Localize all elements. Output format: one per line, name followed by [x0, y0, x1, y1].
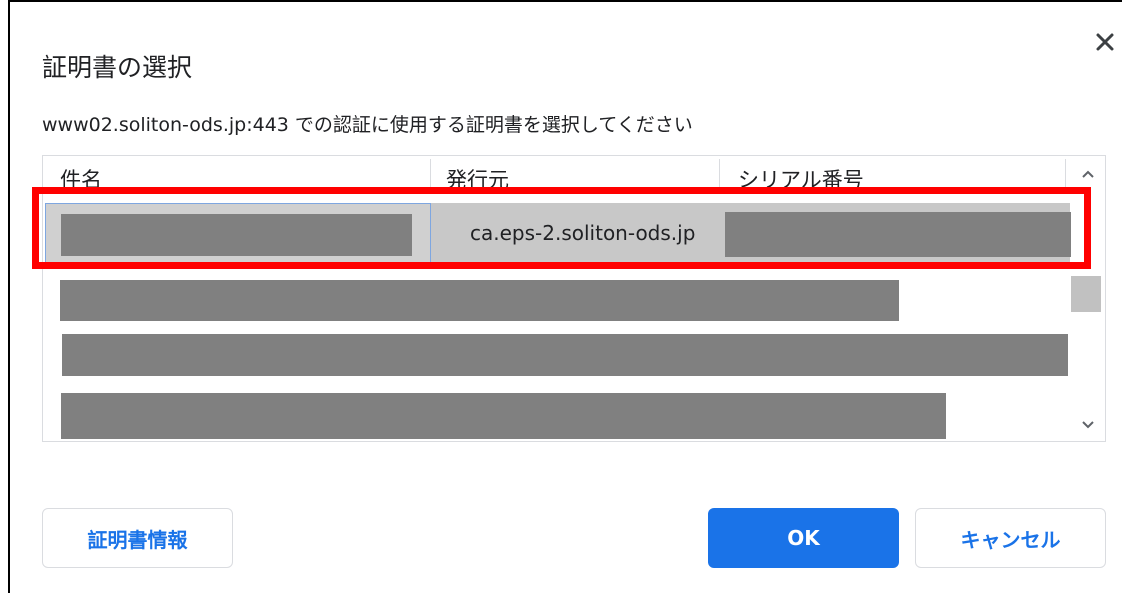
- scroll-thumb[interactable]: [1071, 276, 1101, 312]
- table-row[interactable]: [61, 393, 946, 439]
- column-separator[interactable]: [430, 159, 431, 189]
- dialog-subtitle: www02.soliton-ods.jp:443 での認証に使用する証明書を選択…: [42, 114, 693, 136]
- window-frame-top: [8, 0, 1122, 2]
- scroll-up-button[interactable]: [1071, 162, 1105, 186]
- column-separator[interactable]: [1065, 159, 1066, 189]
- redacted-row: [62, 334, 1068, 376]
- table-cell-subject: [45, 203, 431, 264]
- table-row[interactable]: [60, 280, 899, 321]
- table-row-selected[interactable]: ca.eps-2.soliton-ods.jp: [45, 203, 1075, 266]
- window-frame-left: [0, 0, 10, 593]
- ok-button[interactable]: OK: [708, 508, 899, 568]
- column-header-issuer[interactable]: 発行元: [446, 164, 509, 194]
- cancel-button[interactable]: キャンセル: [915, 508, 1106, 568]
- chevron-down-icon: [1082, 421, 1094, 429]
- close-button[interactable]: [1090, 26, 1120, 58]
- redacted-serial: [725, 212, 1075, 257]
- certificate-info-button[interactable]: 証明書情報: [42, 508, 233, 568]
- chevron-up-icon: [1082, 170, 1094, 178]
- list-header: 件名 発行元 シリアル番号: [43, 156, 1071, 192]
- redacted-row: [61, 393, 946, 439]
- redacted-row: [60, 280, 899, 321]
- scroll-down-button[interactable]: [1071, 413, 1105, 437]
- table-row[interactable]: [62, 334, 1068, 376]
- vertical-scrollbar[interactable]: [1071, 156, 1105, 441]
- certificate-list[interactable]: 件名 発行元 シリアル番号 ca.eps-2.soliton-ods.jp: [42, 155, 1106, 442]
- column-separator[interactable]: [719, 159, 720, 189]
- column-header-subject[interactable]: 件名: [60, 164, 102, 194]
- redacted-subject: [61, 214, 412, 256]
- column-header-serial[interactable]: シリアル番号: [738, 164, 864, 194]
- dialog-title: 証明書の選択: [42, 53, 193, 82]
- table-cell-issuer: ca.eps-2.soliton-ods.jp: [470, 221, 696, 245]
- close-icon: [1096, 33, 1114, 51]
